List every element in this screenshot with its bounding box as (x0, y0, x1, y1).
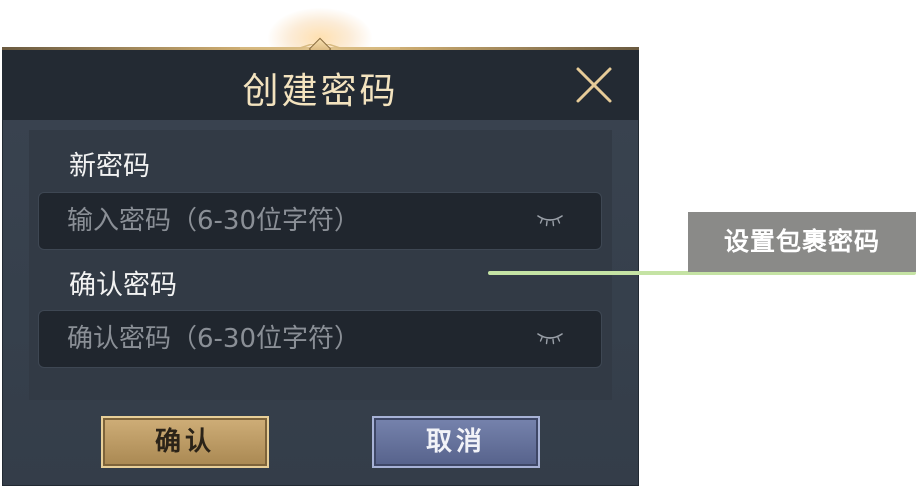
confirm-password-label: 确认密码 (69, 270, 177, 301)
close-icon (576, 67, 612, 103)
confirm-password-field-box (38, 310, 602, 368)
eye-closed-icon[interactable] (536, 213, 564, 229)
confirm-button[interactable]: 确认 (101, 416, 269, 468)
dialog-title: 创建密码 (242, 71, 399, 112)
close-button[interactable] (575, 66, 613, 104)
new-password-input[interactable] (67, 193, 507, 249)
new-password-label: 新密码 (69, 151, 150, 182)
new-password-field-box (38, 192, 602, 250)
annotation-label: 设置包裹密码 (688, 212, 916, 272)
cancel-button[interactable]: 取消 (372, 416, 540, 468)
confirm-password-input[interactable] (67, 311, 507, 367)
dialog-title-bar: 创建密码 (3, 50, 638, 120)
eye-closed-icon[interactable] (536, 331, 564, 347)
